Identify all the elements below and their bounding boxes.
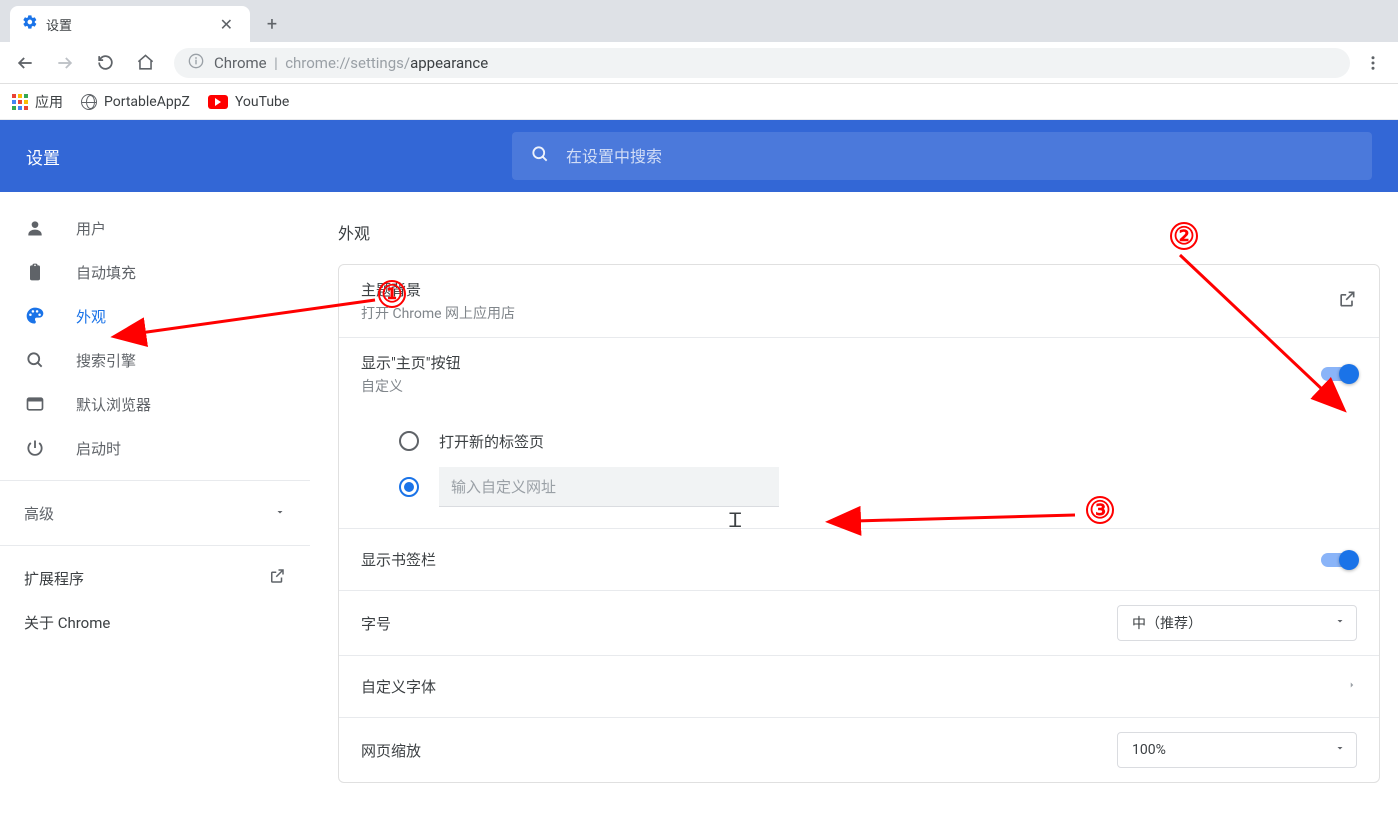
page-zoom-select[interactable]: 100% (1117, 732, 1357, 768)
browser-tab[interactable]: 设置 ✕ (10, 6, 250, 42)
chrome-menu-button[interactable] (1356, 46, 1390, 80)
settings-search-input[interactable] (566, 147, 1354, 166)
sidebar: 用户 自动填充 外观 搜索引擎 默认浏览器 启动时 高级 扩展程序 (0, 192, 310, 830)
chevron-down-icon (274, 504, 286, 522)
row-page-zoom: 网页缩放 100% (339, 718, 1379, 782)
row-theme[interactable]: 主题背景 打开 Chrome 网上应用店 (339, 265, 1379, 338)
row-title: 字号 (361, 613, 1117, 634)
apps-label: 应用 (35, 92, 63, 112)
external-link-icon (268, 567, 286, 589)
row-subtitle: 打开 Chrome 网上应用店 (361, 303, 1337, 323)
select-value: 100% (1132, 742, 1166, 758)
sidebar-item-search-engine[interactable]: 搜索引擎 (0, 338, 310, 382)
sidebar-item-label: 关于 Chrome (24, 614, 110, 632)
sidebar-item-default-browser[interactable]: 默认浏览器 (0, 382, 310, 426)
youtube-icon (208, 95, 228, 109)
sidebar-divider (0, 545, 310, 546)
row-subtitle: 自定义 (361, 376, 1321, 396)
sidebar-item-startup[interactable]: 启动时 (0, 426, 310, 470)
sidebar-item-appearance[interactable]: 外观 (0, 294, 310, 338)
bookmark-label: PortableAppZ (104, 94, 190, 110)
forward-button[interactable] (48, 46, 82, 80)
bookmark-portableappz[interactable]: PortableAppZ (81, 94, 190, 110)
radio-icon[interactable] (399, 431, 419, 451)
omnibox-origin: Chrome (214, 54, 267, 72)
settings-search[interactable] (512, 132, 1372, 180)
back-button[interactable] (8, 46, 42, 80)
person-icon (24, 218, 46, 238)
sidebar-item-label: 高级 (24, 503, 54, 524)
sidebar-item-label: 搜索引擎 (76, 350, 136, 371)
sidebar-item-autofill[interactable]: 自动填充 (0, 250, 310, 294)
sidebar-item-label: 外观 (76, 306, 106, 327)
address-bar[interactable]: Chrome | chrome://settings/appearance (174, 48, 1350, 78)
bookmark-label: YouTube (235, 94, 289, 110)
row-title: 显示"主页"按钮 (361, 352, 1321, 373)
appearance-card: 主题背景 打开 Chrome 网上应用店 显示"主页"按钮 自定义 打开新的标签… (338, 264, 1380, 783)
tab-strip: 设置 ✕ + (0, 0, 1398, 42)
radio-option-newtab[interactable]: 打开新的标签页 (399, 418, 1357, 464)
palette-icon (24, 306, 46, 326)
sidebar-item-label: 用户 (76, 218, 106, 239)
radio-option-custom-url[interactable] (399, 464, 1357, 510)
row-title: 主题背景 (361, 279, 1337, 300)
chevron-down-icon (1334, 742, 1346, 758)
close-tab-icon[interactable]: ✕ (215, 13, 238, 36)
row-title: 自定义字体 (361, 676, 1347, 697)
settings-header: 设置 (0, 120, 1398, 192)
row-title: 显示书签栏 (361, 549, 1321, 570)
external-link-icon[interactable] (1337, 289, 1357, 313)
home-button-toggle[interactable] (1321, 367, 1357, 381)
sidebar-item-label: 自动填充 (76, 262, 136, 283)
row-home-button: 显示"主页"按钮 自定义 (339, 338, 1379, 410)
home-button[interactable] (128, 46, 162, 80)
site-info-icon[interactable] (188, 53, 204, 73)
sidebar-item-label: 启动时 (76, 438, 121, 459)
omnibox-separator: | (270, 54, 285, 72)
home-button-options: 打开新的标签页 (339, 410, 1379, 529)
custom-url-input[interactable] (439, 467, 779, 507)
sidebar-item-user[interactable]: 用户 (0, 206, 310, 250)
section-title: 外观 (338, 220, 1380, 244)
toolbar: Chrome | chrome://settings/appearance (0, 42, 1398, 84)
omnibox-url-prefix: chrome://settings/ (285, 54, 410, 72)
clipboard-icon (24, 262, 46, 282)
gear-icon (22, 14, 38, 34)
sidebar-advanced[interactable]: 高级 (0, 491, 310, 535)
chevron-down-icon (1334, 615, 1346, 631)
apps-icon (12, 94, 28, 110)
browser-icon (24, 394, 46, 414)
sidebar-about[interactable]: 关于 Chrome (0, 600, 310, 645)
row-font-size: 字号 中（推荐） (339, 591, 1379, 656)
tab-title: 设置 (46, 15, 72, 34)
row-custom-fonts[interactable]: 自定义字体 (339, 656, 1379, 718)
globe-icon (81, 94, 97, 110)
sidebar-extensions[interactable]: 扩展程序 (0, 556, 310, 600)
bookmarks-bar-toggle[interactable] (1321, 553, 1357, 567)
row-title: 网页缩放 (361, 740, 1117, 761)
sidebar-divider (0, 480, 310, 481)
page-title: 设置 (26, 144, 60, 169)
select-value: 中（推荐） (1132, 613, 1202, 633)
chevron-right-icon (1347, 677, 1357, 696)
settings-main: 外观 主题背景 打开 Chrome 网上应用店 显示"主页"按钮 自定义 (310, 192, 1398, 830)
search-icon (530, 144, 550, 168)
reload-button[interactable] (88, 46, 122, 80)
search-icon (24, 350, 46, 370)
bookmarks-bar: 应用 PortableAppZ YouTube (0, 84, 1398, 120)
new-tab-button[interactable]: + (258, 10, 286, 38)
sidebar-item-label: 默认浏览器 (76, 394, 151, 415)
radio-label: 打开新的标签页 (439, 431, 544, 452)
power-icon (24, 438, 46, 458)
bookmark-youtube[interactable]: YouTube (208, 94, 289, 110)
omnibox-url-path: appearance (410, 54, 488, 72)
radio-icon[interactable] (399, 477, 419, 497)
sidebar-item-label: 扩展程序 (24, 568, 84, 589)
font-size-select[interactable]: 中（推荐） (1117, 605, 1357, 641)
apps-shortcut[interactable]: 应用 (12, 92, 63, 112)
row-bookmarks-bar: 显示书签栏 (339, 529, 1379, 591)
